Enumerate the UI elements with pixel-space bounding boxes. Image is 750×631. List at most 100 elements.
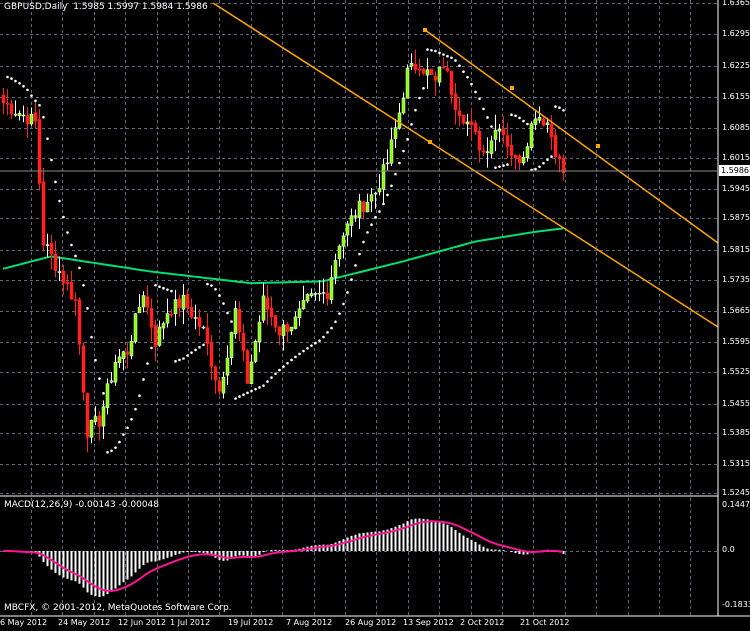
candle-body bbox=[113, 362, 118, 383]
sar-dot bbox=[166, 288, 169, 291]
date-tick: 21 Oct 2012 bbox=[520, 618, 570, 627]
candle-body bbox=[369, 194, 374, 202]
sar-dot bbox=[478, 97, 481, 100]
candle-body bbox=[477, 131, 482, 151]
candle-body bbox=[517, 155, 522, 164]
candle-body bbox=[389, 139, 394, 164]
candle-body bbox=[529, 123, 534, 149]
candle-body bbox=[121, 351, 126, 359]
sar-dot bbox=[366, 231, 369, 234]
sar-dot bbox=[154, 283, 157, 287]
candle-body bbox=[205, 327, 210, 344]
candle-body bbox=[189, 307, 194, 318]
sar-dot bbox=[314, 341, 317, 345]
candle-body bbox=[125, 351, 130, 355]
sar-dot bbox=[170, 289, 173, 293]
sar-dot bbox=[378, 210, 381, 213]
candle-body bbox=[553, 135, 558, 157]
current-price-label: 1.5986 bbox=[719, 165, 750, 176]
candle-body bbox=[61, 270, 66, 284]
candle-body bbox=[549, 124, 554, 138]
channel-line-upper[interactable] bbox=[424, 29, 719, 244]
sar-dot bbox=[90, 335, 93, 339]
sar-dot bbox=[246, 391, 249, 395]
sar-dot bbox=[382, 202, 385, 206]
candle-body bbox=[405, 67, 410, 99]
sar-dot bbox=[114, 446, 117, 449]
candle-body bbox=[501, 128, 506, 135]
trend-channel[interactable] bbox=[212, 2, 719, 328]
channel-anchor[interactable] bbox=[423, 28, 427, 32]
candle-body bbox=[9, 103, 14, 114]
chart-canvas[interactable] bbox=[0, 0, 750, 631]
candle-body bbox=[505, 135, 510, 147]
sar-dot bbox=[218, 294, 221, 297]
sar-dot bbox=[482, 107, 485, 111]
sar-dot bbox=[398, 161, 401, 165]
sar-dot bbox=[278, 368, 281, 372]
price-tick: 1.5315 bbox=[722, 459, 750, 468]
sar-dot bbox=[274, 372, 277, 376]
channel-anchor[interactable] bbox=[596, 144, 600, 148]
candle-body bbox=[545, 122, 550, 126]
sar-dot bbox=[242, 393, 245, 396]
sar-dot bbox=[30, 94, 33, 97]
price-tick: 1.5245 bbox=[722, 488, 750, 497]
candle-body bbox=[357, 200, 362, 218]
sar-dot bbox=[510, 113, 513, 117]
candle-body bbox=[241, 333, 246, 351]
sar-dot bbox=[434, 49, 437, 53]
candle-body bbox=[461, 114, 466, 124]
channel-anchor[interactable] bbox=[428, 140, 432, 144]
sar-dot bbox=[474, 90, 477, 94]
sar-dot bbox=[526, 122, 529, 126]
sar-dot bbox=[186, 354, 189, 357]
candle-body bbox=[229, 332, 234, 359]
ohlc-values: 1.5985 1.5997 1.5984 1.5986 bbox=[73, 2, 208, 12]
candle-body bbox=[97, 415, 102, 427]
sar-dot bbox=[562, 108, 565, 112]
candle-body bbox=[533, 118, 538, 125]
sar-dot bbox=[454, 59, 457, 62]
candle-body bbox=[33, 112, 38, 122]
candle-body bbox=[521, 157, 526, 164]
candle-body bbox=[193, 317, 198, 319]
sar-dot bbox=[354, 264, 357, 267]
candle-body bbox=[417, 68, 422, 71]
candle-body bbox=[401, 98, 406, 114]
grid bbox=[0, 0, 718, 616]
sar-dot bbox=[506, 163, 509, 166]
sar-dot bbox=[298, 352, 301, 356]
sar-dot bbox=[62, 215, 65, 219]
sar-dot bbox=[78, 266, 81, 270]
candle-body bbox=[373, 192, 378, 195]
candle-body bbox=[465, 121, 470, 125]
symbol-title: GBPUSD,Daily bbox=[4, 2, 68, 12]
sar-dot bbox=[222, 302, 225, 305]
sar-dot bbox=[310, 344, 313, 347]
candle-body bbox=[201, 326, 206, 329]
candle-body bbox=[449, 70, 454, 95]
sar-dot bbox=[234, 397, 237, 400]
candle-body bbox=[37, 119, 42, 184]
candle-body bbox=[157, 326, 162, 346]
sar-dot bbox=[358, 252, 361, 256]
sar-dot bbox=[122, 433, 125, 436]
candle-body bbox=[253, 340, 258, 362]
candle-body bbox=[337, 245, 342, 260]
candle-body bbox=[141, 295, 146, 308]
sar-dot bbox=[10, 77, 13, 80]
candle-body bbox=[17, 113, 22, 116]
sar-dot bbox=[230, 320, 233, 323]
sar-dot bbox=[270, 376, 273, 379]
candle-body bbox=[345, 223, 350, 236]
candle-body bbox=[445, 67, 450, 72]
candle-body bbox=[145, 296, 150, 308]
sar-dot bbox=[262, 384, 265, 387]
channel-line-lower[interactable] bbox=[212, 2, 719, 328]
date-tick: 1 Jul 2012 bbox=[170, 618, 211, 627]
sar-dot bbox=[546, 158, 549, 162]
channel-anchor[interactable] bbox=[510, 86, 514, 90]
sar-dot bbox=[290, 358, 293, 362]
candle-body bbox=[413, 64, 418, 71]
